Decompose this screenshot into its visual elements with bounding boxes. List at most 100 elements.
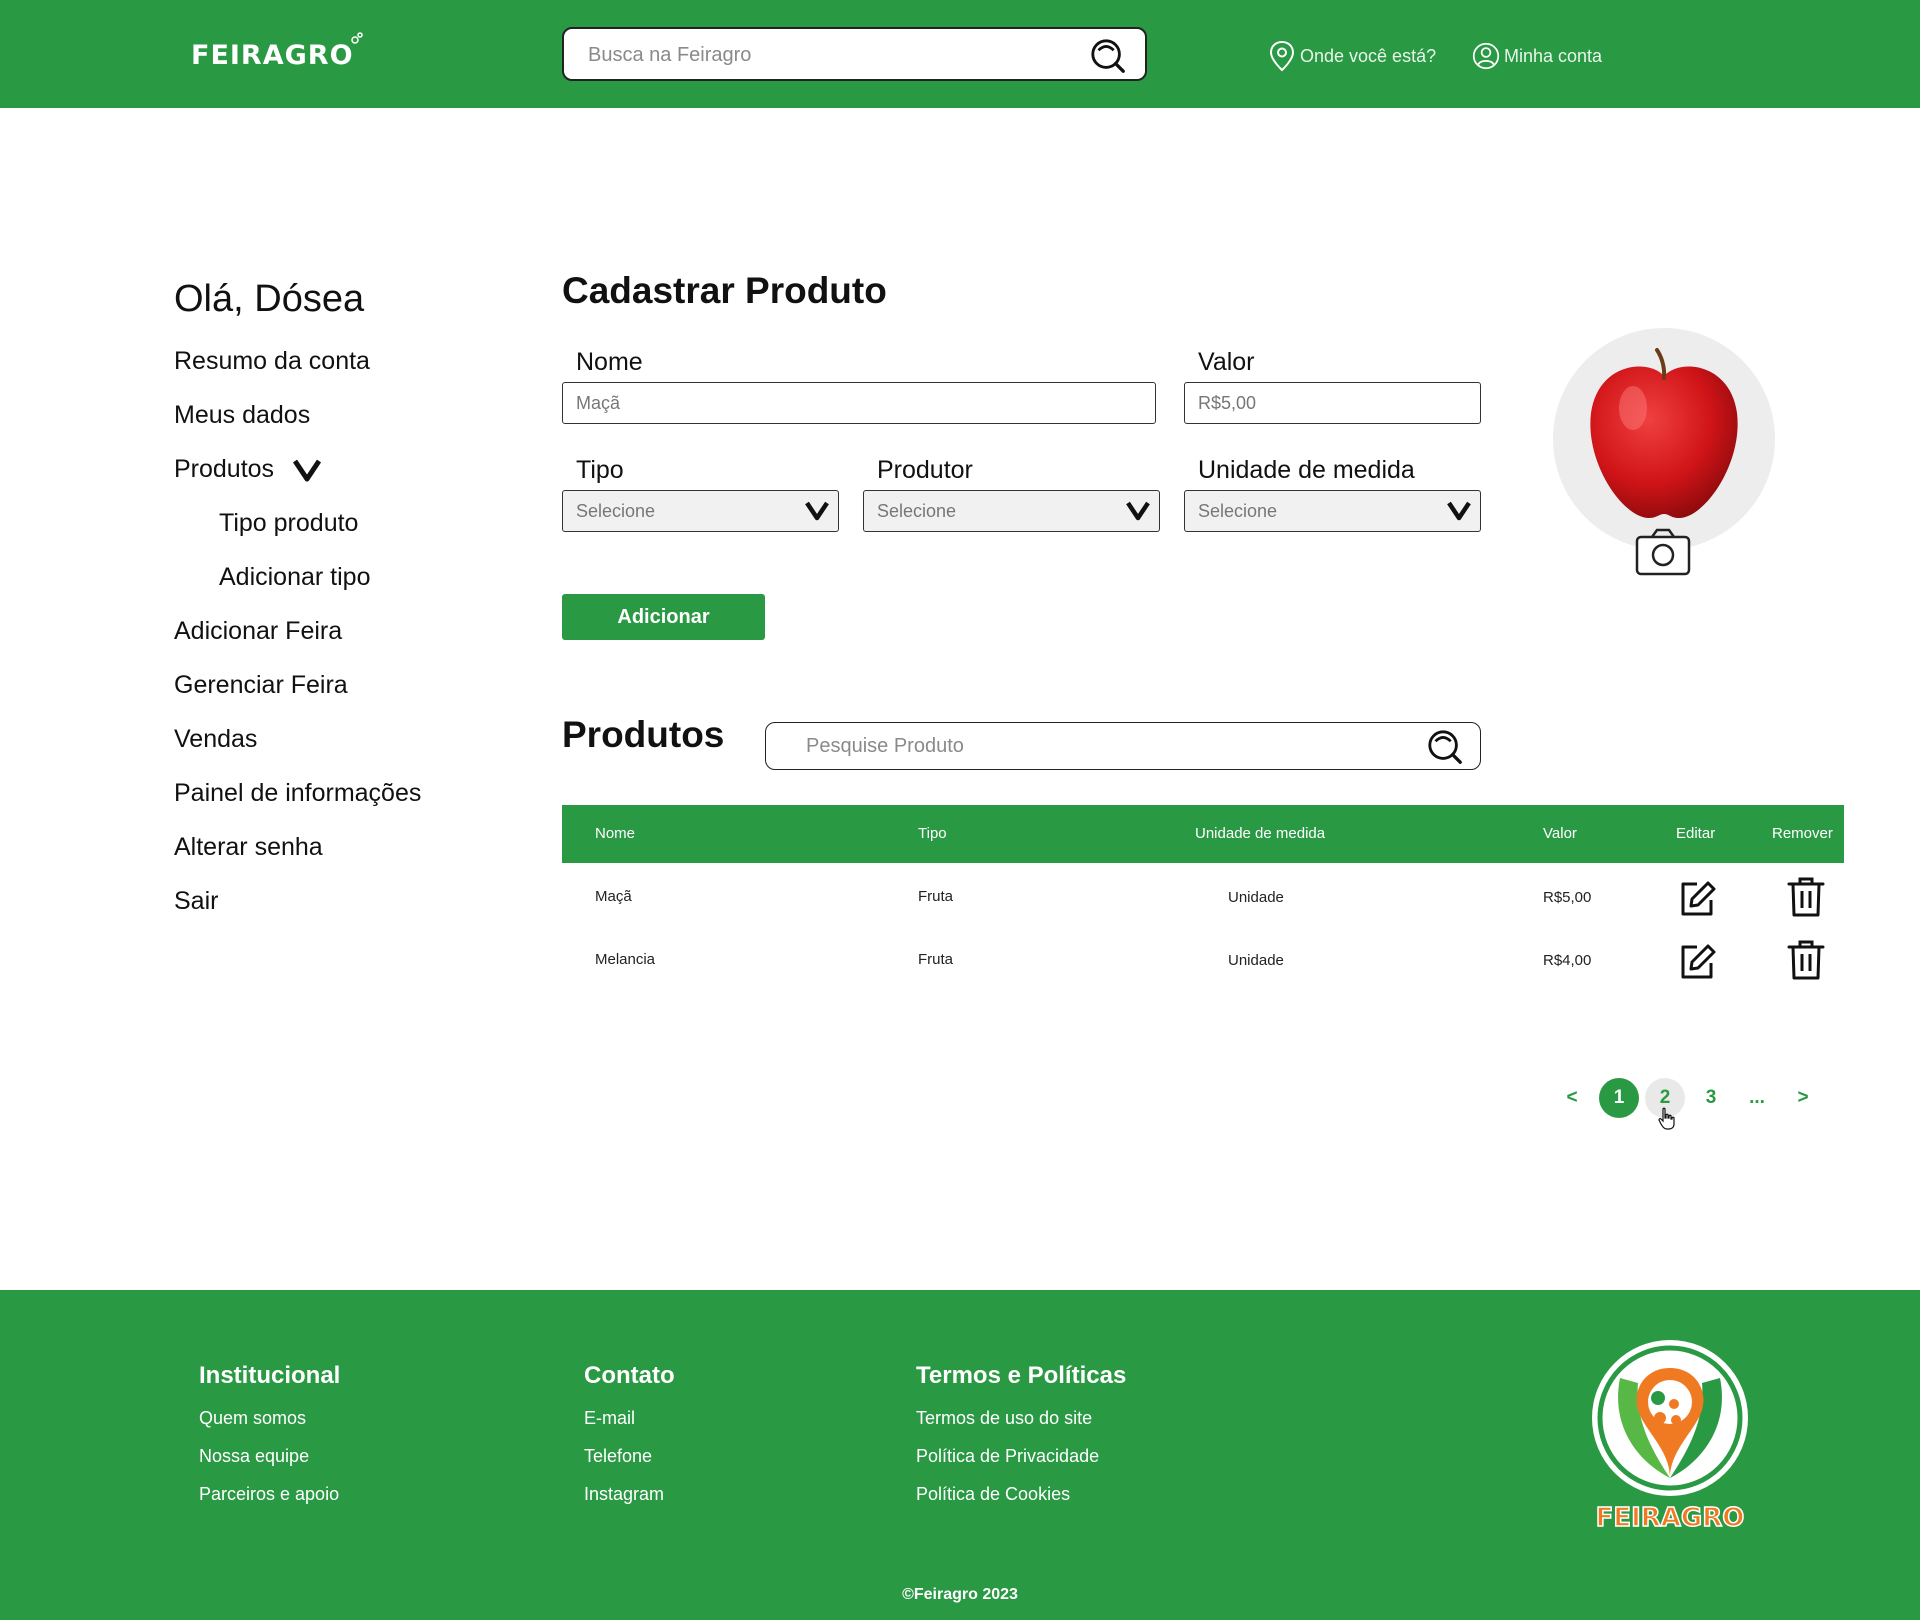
cell-unidade: Unidade <box>1228 952 1284 969</box>
search-icon[interactable] <box>1426 728 1464 766</box>
header-logo[interactable]: FEIRAGRO <box>191 32 363 71</box>
pagination-page-3[interactable]: 3 <box>1691 1078 1731 1118</box>
footer-logo-text: FEIRAGRO <box>1596 1503 1745 1533</box>
global-search-box <box>562 27 1147 81</box>
sidebar-item-label: Vendas <box>174 725 258 753</box>
cell-valor: R$5,00 <box>1543 889 1592 906</box>
unit-select[interactable]: Selecione <box>1184 490 1481 532</box>
sidebar-item-label: Sair <box>174 887 219 915</box>
footer-link-nossa-equipe[interactable]: Nossa equipe <box>199 1446 309 1467</box>
sidebar-item-tipo-produto[interactable]: Tipo produto <box>219 509 358 538</box>
edit-icon[interactable] <box>1677 941 1717 983</box>
sidebar-item-adicionar-feira[interactable]: Adicionar Feira <box>174 617 342 646</box>
account-link[interactable]: Minha conta <box>1472 40 1602 72</box>
column-header-tipo[interactable]: Tipo <box>918 825 947 842</box>
chevron-down-icon <box>293 460 322 482</box>
unit-label: Unidade de medida <box>1198 456 1415 484</box>
value-label: Valor <box>1198 348 1255 376</box>
sidebar-item-sair[interactable]: Sair <box>174 887 218 916</box>
footer-link-telefone[interactable]: Telefone <box>584 1446 652 1467</box>
sidebar-item-label: Produtos <box>174 455 275 483</box>
location-label: Onde você está? <box>1300 45 1437 66</box>
type-select[interactable]: Selecione <box>562 490 839 532</box>
sidebar-item-painel[interactable]: Painel de informações <box>174 779 421 808</box>
footer-link-email[interactable]: E-mail <box>584 1408 635 1429</box>
name-value: Maçã <box>576 393 621 413</box>
producer-label: Produtor <box>877 456 973 484</box>
footer-link-parceiros[interactable]: Parceiros e apoio <box>199 1484 339 1505</box>
cell-nome: Melancia <box>595 951 656 968</box>
footer-link-cookies[interactable]: Política de Cookies <box>916 1484 1070 1505</box>
footer-link-quem-somos[interactable]: Quem somos <box>199 1408 306 1429</box>
sidebar-item-label: Painel de informações <box>174 779 422 807</box>
column-header-remover: Remover <box>1772 825 1833 842</box>
sidebar-item-label: Tipo produto <box>219 509 359 537</box>
pagination-prev[interactable]: < <box>1552 1078 1592 1118</box>
trash-icon[interactable] <box>1786 939 1826 981</box>
column-header-nome[interactable]: Nome <box>595 825 635 842</box>
sidebar-item-label: Meus dados <box>174 401 311 429</box>
product-image-preview[interactable] <box>1553 328 1775 550</box>
unit-select-value: Selecione <box>1198 501 1278 521</box>
column-header-unidade[interactable]: Unidade de medida <box>1195 825 1325 842</box>
type-select-value: Selecione <box>576 501 656 521</box>
producer-select[interactable]: Selecione <box>863 490 1160 532</box>
footer-link-privacidade[interactable]: Política de Privacidade <box>916 1446 1099 1467</box>
logo-text: FEIRAGRO <box>191 40 354 71</box>
search-icon[interactable] <box>1089 37 1127 75</box>
value-field[interactable]: R$5,00 <box>1184 382 1481 424</box>
value-value: R$5,00 <box>1198 393 1257 413</box>
cell-tipo: Fruta <box>918 951 954 968</box>
edit-icon[interactable] <box>1677 878 1717 920</box>
producer-select-value: Selecione <box>877 501 957 521</box>
sidebar-item-resumo[interactable]: Resumo da conta <box>174 347 370 376</box>
column-header-editar: Editar <box>1676 825 1716 842</box>
form-title: Cadastrar Produto <box>562 270 887 311</box>
product-search-placeholder: Pesquise Produto <box>806 735 964 757</box>
name-field[interactable]: Maçã <box>562 382 1156 424</box>
table-header: Nome Tipo Unidade de medida Valor Editar… <box>562 805 1844 863</box>
pagination-page-1[interactable]: 1 <box>1599 1078 1639 1118</box>
type-label: Tipo <box>576 456 624 484</box>
sidebar-item-gerenciar-feira[interactable]: Gerenciar Feira <box>174 671 348 700</box>
footer-brand-logo: FEIRAGRO <box>1592 1340 1748 1534</box>
cell-tipo: Fruta <box>918 888 954 905</box>
pagination-ellipsis: ... <box>1749 1087 1765 1108</box>
footer-link-termos-uso[interactable]: Termos de uso do site <box>916 1408 1092 1429</box>
sidebar-item-label: Adicionar tipo <box>219 563 371 591</box>
add-product-button[interactable]: Adicionar <box>562 594 765 640</box>
sidebar-item-alterar-senha[interactable]: Alterar senha <box>174 833 323 862</box>
chevron-down-icon <box>1126 501 1150 521</box>
account-label: Minha conta <box>1504 45 1603 66</box>
user-icon <box>1472 42 1500 70</box>
sidebar-item-adicionar-tipo[interactable]: Adicionar tipo <box>219 563 370 592</box>
footer-heading-contato: Contato <box>584 1362 675 1389</box>
footer-heading-institucional: Institucional <box>199 1362 341 1389</box>
sidebar-item-vendas[interactable]: Vendas <box>174 725 257 754</box>
product-search-box[interactable]: Pesquise Produto <box>765 722 1481 770</box>
sidebar-item-label: Alterar senha <box>174 833 323 861</box>
sidebar-item-produtos[interactable]: Produtos <box>174 455 322 484</box>
trash-icon[interactable] <box>1786 876 1826 918</box>
location-pin-icon <box>1269 40 1295 72</box>
copyright: ©Feiragro 2023 <box>902 1586 1018 1603</box>
greeting: Olá, Dósea <box>174 278 365 320</box>
column-header-valor[interactable]: Valor <box>1543 825 1577 842</box>
chevron-down-icon <box>805 501 829 521</box>
cell-nome: Maçã <box>595 888 632 905</box>
global-search-input[interactable] <box>588 41 1068 69</box>
location-link[interactable]: Onde você está? <box>1268 40 1436 72</box>
sidebar-item-meus-dados[interactable]: Meus dados <box>174 401 310 430</box>
camera-icon[interactable] <box>1635 528 1691 576</box>
apple-image <box>1590 348 1738 518</box>
chevron-down-icon <box>1447 501 1471 521</box>
cell-unidade: Unidade <box>1228 889 1284 906</box>
footer-link-instagram[interactable]: Instagram <box>584 1484 664 1505</box>
sidebar-item-label: Adicionar Feira <box>174 617 343 645</box>
hand-cursor-icon <box>1658 1107 1675 1130</box>
logo-dots-icon <box>350 32 363 44</box>
products-title: Produtos <box>562 714 725 755</box>
pagination-next[interactable]: > <box>1783 1078 1823 1118</box>
cell-valor: R$4,00 <box>1543 952 1592 969</box>
name-label: Nome <box>576 348 643 376</box>
